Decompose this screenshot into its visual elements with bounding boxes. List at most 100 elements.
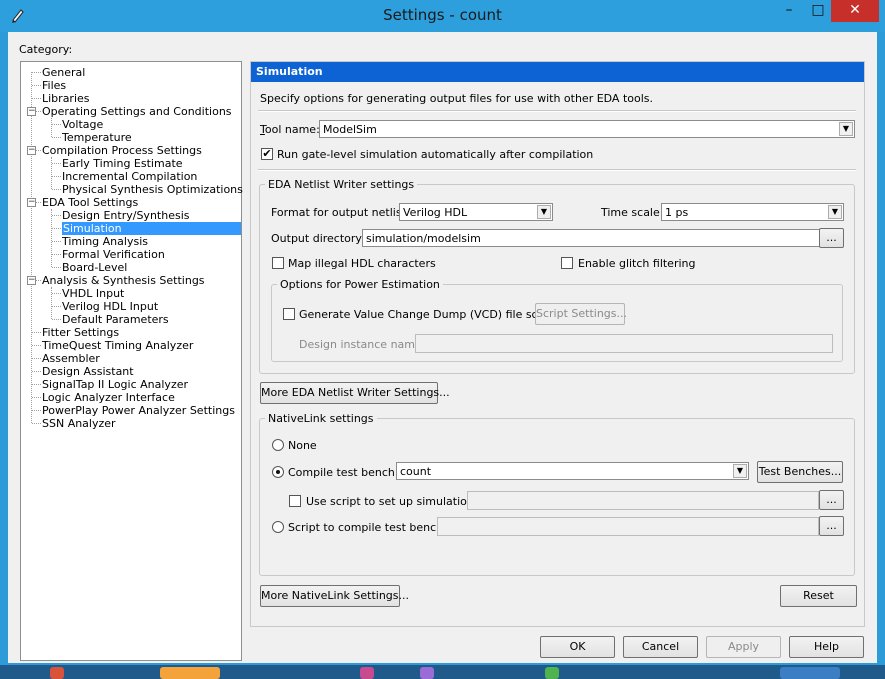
tree-item[interactable]: Compilation Process Settings	[42, 144, 202, 157]
settings-panel: Simulation Specify options for generatin…	[250, 61, 865, 627]
vcd-checkbox[interactable]	[283, 308, 295, 320]
output-dir-label: Output directory:	[271, 232, 365, 245]
script-settings-button[interactable]: Script Settings...	[535, 303, 627, 325]
tree-item[interactable]: Assembler	[42, 352, 100, 365]
tree-item[interactable]: Design Assistant	[42, 365, 134, 378]
tree-line	[51, 209, 52, 267]
app-icon[interactable]	[50, 667, 64, 679]
power-estimation-group-title: Options for Power Estimation	[277, 278, 443, 291]
time-scale-label: Time scale:	[601, 206, 664, 219]
tree-item[interactable]: PowerPlay Power Analyzer Settings	[42, 404, 235, 417]
more-netlist-settings-button[interactable]: More EDA Netlist Writer Settings...	[260, 382, 450, 404]
app-icon[interactable]	[545, 667, 559, 679]
chevron-down-icon[interactable]: ▼	[537, 205, 551, 219]
category-tree[interactable]: General Files Libraries − Operating Settings…	[20, 61, 243, 661]
map-illegal-checkbox[interactable]	[272, 257, 284, 269]
run-gate-level-label: Run gate-level simulation automatically …	[277, 148, 594, 161]
none-label: None	[288, 439, 317, 452]
tree-item[interactable]: Analysis & Synthesis Settings	[42, 274, 205, 287]
tree-line	[32, 85, 41, 86]
tree-item[interactable]: TimeQuest Timing Analyzer	[42, 339, 193, 352]
help-button[interactable]: Help	[789, 636, 864, 658]
tree-item[interactable]: Operating Settings and Conditions	[42, 105, 232, 118]
tree-line	[51, 157, 52, 189]
script-compile-browse-button[interactable]: ...	[819, 516, 844, 536]
script-compile-label: Script to compile test bench:	[288, 521, 447, 534]
tree-item[interactable]: Files	[42, 79, 66, 92]
tree-line	[52, 228, 61, 229]
glitch-filter-label: Enable glitch filtering	[578, 257, 696, 270]
app-icon[interactable]	[420, 667, 434, 679]
tree-item[interactable]: Timing Analysis	[62, 235, 148, 248]
cancel-button[interactable]: Cancel	[623, 636, 698, 658]
chevron-down-icon[interactable]: ▼	[828, 205, 842, 219]
use-script-input[interactable]	[467, 491, 819, 510]
reset-button[interactable]: Reset	[780, 585, 857, 607]
compile-testbench-radio[interactable]	[272, 466, 284, 478]
tree-line	[32, 72, 41, 73]
tree-item[interactable]: Physical Synthesis Optimizations	[62, 183, 243, 196]
tree-line	[32, 358, 41, 359]
output-dir-browse-button[interactable]: ...	[819, 228, 844, 248]
tool-name-combo[interactable]: ModelSim ▼	[319, 120, 855, 138]
design-instance-input[interactable]	[415, 334, 833, 353]
tree-item[interactable]: Simulation	[62, 222, 241, 235]
apply-button[interactable]: Apply	[706, 636, 781, 658]
settings-window: Settings - count – □ ✕ Category: General…	[0, 0, 885, 665]
app-icon[interactable]	[360, 667, 374, 679]
script-compile-radio[interactable]	[272, 521, 284, 533]
more-nativelink-settings-button[interactable]: More NativeLink Settings...	[260, 585, 409, 607]
chevron-down-icon[interactable]: ▼	[839, 122, 853, 136]
tree-item[interactable]: Voltage	[62, 118, 103, 131]
tree-item[interactable]: Logic Analyzer Interface	[42, 391, 175, 404]
test-benches-button[interactable]: Test Benches...	[757, 461, 843, 483]
tree-expander-icon[interactable]: −	[27, 276, 36, 285]
tree-item[interactable]: Formal Verification	[62, 248, 165, 261]
tree-expander-icon[interactable]: −	[27, 198, 36, 207]
tree-line	[32, 423, 41, 424]
ok-button[interactable]: OK	[540, 636, 615, 658]
tree-expander-icon[interactable]: −	[27, 107, 36, 116]
separator	[258, 169, 856, 171]
run-gate-level-checkbox[interactable]: ✔	[261, 148, 273, 160]
compile-testbench-combo[interactable]: count ▼	[396, 462, 749, 480]
tree-item[interactable]: Fitter Settings	[42, 326, 119, 339]
tree-line	[52, 306, 61, 307]
tree-item[interactable]: SignalTap II Logic Analyzer	[42, 378, 188, 391]
tree-expander-icon[interactable]: −	[27, 146, 36, 155]
glitch-filter-checkbox[interactable]	[561, 257, 573, 269]
tree-item[interactable]: VHDL Input	[62, 287, 124, 300]
tree-item[interactable]: Incremental Compilation	[62, 170, 197, 183]
tree-item[interactable]: SSN Analyzer	[42, 417, 116, 430]
window-title: Settings - count	[383, 6, 502, 24]
map-illegal-label: Map illegal HDL characters	[288, 257, 436, 270]
tree-item[interactable]: Design Entry/Synthesis	[62, 209, 189, 222]
maximize-button[interactable]: □	[802, 0, 834, 22]
tree-item[interactable]: Libraries	[42, 92, 90, 105]
time-scale-combo[interactable]: 1 ps ▼	[661, 203, 844, 221]
tree-item[interactable]: General	[42, 66, 85, 79]
tree-line	[32, 371, 41, 372]
script-compile-input[interactable]	[437, 517, 819, 536]
app-icon[interactable]	[780, 667, 840, 679]
tree-item[interactable]: Verilog HDL Input	[62, 300, 158, 313]
use-script-checkbox[interactable]	[289, 495, 301, 507]
output-dir-input[interactable]: simulation/modelsim	[362, 229, 820, 247]
tree-item[interactable]: Default Parameters	[62, 313, 169, 326]
tree-line	[52, 189, 61, 190]
format-combo[interactable]: Verilog HDL ▼	[399, 203, 553, 221]
format-value: Verilog HDL	[403, 206, 468, 219]
separator	[258, 110, 856, 112]
compile-testbench-value: count	[400, 465, 432, 478]
none-radio[interactable]	[272, 439, 284, 451]
tree-item[interactable]: Early Timing Estimate	[62, 157, 183, 170]
app-icon[interactable]	[160, 667, 220, 679]
title-bar[interactable]: Settings - count – □ ✕	[0, 0, 885, 32]
tree-item[interactable]: EDA Tool Settings	[42, 196, 138, 209]
tree-item[interactable]: Temperature	[62, 131, 132, 144]
use-script-browse-button[interactable]: ...	[819, 490, 844, 510]
minimize-button[interactable]: –	[773, 0, 805, 22]
close-button[interactable]: ✕	[831, 0, 879, 22]
tree-item[interactable]: Board-Level	[62, 261, 127, 274]
chevron-down-icon[interactable]: ▼	[733, 464, 747, 478]
